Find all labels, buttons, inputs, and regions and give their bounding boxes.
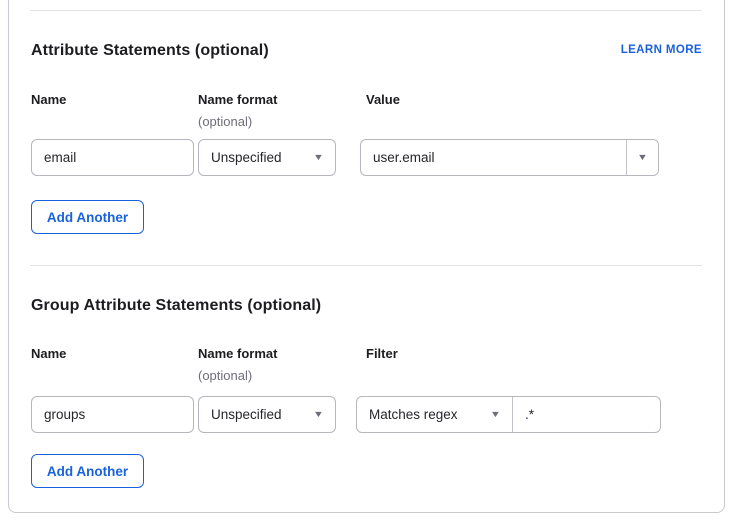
settings-page: Attribute Statements (optional) LEARN MO…	[0, 0, 737, 530]
group-attribute-name-format-select[interactable]: Unspecified ▼	[198, 396, 336, 433]
attribute-statements-title: Attribute Statements (optional)	[31, 42, 269, 59]
chevron-down-icon: ▼	[312, 152, 325, 162]
column-header-name-format: Name format	[198, 346, 278, 361]
name-format-optional-note: (optional)	[198, 114, 253, 129]
section-divider	[30, 265, 702, 266]
attribute-value-input[interactable]	[361, 140, 626, 175]
column-header-filter: Filter	[366, 346, 398, 361]
add-another-group-attribute-button[interactable]: Add Another	[31, 454, 144, 488]
learn-more-link[interactable]: LEARN MORE	[621, 44, 702, 56]
group-filter-value-input[interactable]	[513, 397, 660, 432]
group-filter-type-value: Matches regex	[369, 407, 458, 422]
column-header-name: Name	[31, 92, 67, 107]
chevron-down-icon: ▼	[636, 152, 649, 162]
form-card	[8, 0, 725, 513]
column-header-name-format: Name format	[198, 92, 278, 107]
group-attribute-statements-title: Group Attribute Statements (optional)	[31, 297, 322, 314]
group-attribute-name-input[interactable]	[31, 396, 194, 433]
chevron-down-icon: ▼	[489, 409, 502, 419]
name-format-optional-note: (optional)	[198, 368, 253, 383]
attribute-value-dropdown-button[interactable]: ▼	[626, 140, 658, 175]
attribute-value-combo: ▼	[360, 139, 659, 176]
attribute-name-format-value: Unspecified	[211, 150, 282, 165]
chevron-down-icon: ▼	[312, 409, 325, 419]
attribute-name-input[interactable]	[31, 139, 194, 176]
group-attribute-name-format-value: Unspecified	[211, 407, 282, 422]
group-filter-combo: Matches regex ▼	[356, 396, 661, 433]
column-header-value: Value	[366, 92, 400, 107]
column-header-name: Name	[31, 346, 67, 361]
attribute-name-format-select[interactable]: Unspecified ▼	[198, 139, 336, 176]
add-another-attribute-button[interactable]: Add Another	[31, 200, 144, 234]
section-divider	[30, 10, 702, 11]
group-filter-type-select[interactable]: Matches regex ▼	[357, 397, 513, 432]
